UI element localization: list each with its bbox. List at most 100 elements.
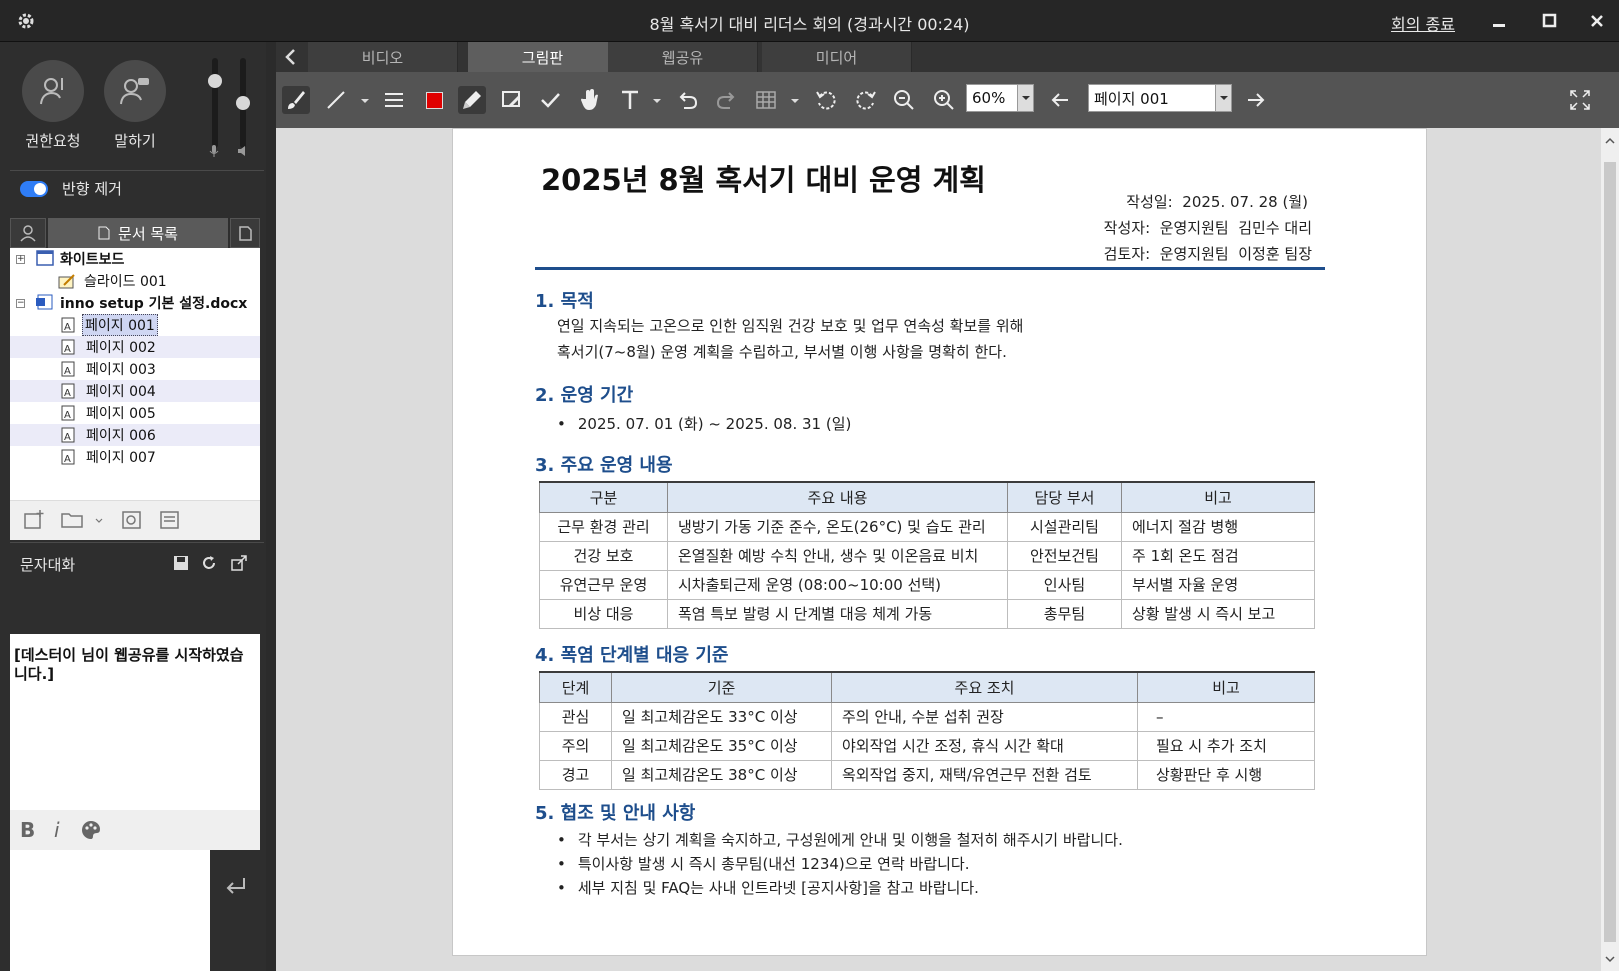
zoom-select[interactable]: 60% [966, 84, 1034, 112]
chevron-down-icon[interactable] [1604, 954, 1616, 964]
mic-volume-knob[interactable] [208, 74, 222, 88]
tab-whiteboard[interactable]: 그림판 [468, 42, 618, 72]
echo-cancel-label: 반향 제거 [62, 180, 122, 198]
table-cell: 일 최고체감온도 33°C 이상 [611, 701, 832, 732]
speak-button[interactable]: 말하기 [102, 60, 168, 151]
popout-icon[interactable] [230, 554, 248, 572]
chevron-left-icon[interactable] [280, 46, 302, 68]
tab-web-share[interactable]: 웹공유 [608, 42, 758, 72]
tab-media[interactable]: 미디어 [762, 42, 912, 72]
tree-node-page-003[interactable]: A 페이지 003 [10, 358, 260, 380]
refresh-icon[interactable] [200, 554, 218, 572]
vertical-scrollbar[interactable] [1601, 128, 1619, 971]
participants-tab[interactable] [10, 218, 46, 248]
speaker-volume-knob[interactable] [236, 96, 250, 110]
document-viewport[interactable]: 2025년 8월 혹서기 대비 운영 계획 작성일: 2025. 07. 28 … [276, 128, 1601, 971]
table-row: 주의 일 최고체감온도 35°C 이상 야외작업 시간 조정, 휴식 시간 확대… [539, 730, 1315, 761]
open-folder-icon[interactable] [60, 509, 88, 531]
fullscreen-button[interactable] [1566, 86, 1594, 114]
chevron-down-icon[interactable] [360, 96, 370, 106]
tree-node-slide[interactable]: 슬라이드 001 [10, 270, 260, 292]
tree-node-label: 페이지 005 [86, 406, 156, 422]
close-icon[interactable] [1583, 8, 1611, 34]
line-width-tool[interactable] [380, 86, 408, 114]
document-properties-icon[interactable] [158, 509, 182, 531]
file-icon [239, 226, 252, 241]
tree-node-page-004[interactable]: A 페이지 004 [10, 380, 260, 402]
rotate-right-button[interactable] [852, 86, 880, 114]
next-page-button[interactable] [1242, 86, 1270, 114]
add-document-icon[interactable] [22, 509, 46, 531]
meta-key: 검토자: [1103, 245, 1151, 263]
mic-volume-slider[interactable] [208, 58, 222, 148]
chevron-down-icon[interactable] [652, 96, 662, 106]
end-meeting-link[interactable]: 회의 종료 [1391, 11, 1455, 35]
zoom-in-button[interactable] [930, 86, 958, 114]
tree-node-docx[interactable]: − inno setup 기본 설정.docx [10, 292, 260, 314]
tree-node-label: 페이지 002 [86, 340, 156, 356]
expand-icon[interactable]: + [16, 255, 25, 264]
minimize-icon[interactable] [1485, 8, 1513, 34]
table-cell: 건강 보호 [539, 540, 668, 571]
tree-node-whiteboard[interactable]: + 화이트보드 [10, 248, 260, 270]
redo-button[interactable] [712, 86, 740, 114]
echo-cancel-toggle[interactable] [20, 180, 48, 197]
color-palette-icon[interactable] [80, 818, 102, 842]
zoom-out-button[interactable] [890, 86, 918, 114]
maximize-icon[interactable] [1535, 8, 1563, 34]
svg-text:A: A [64, 454, 71, 465]
eraser-tool[interactable] [498, 86, 526, 114]
table-tool[interactable] [752, 86, 780, 114]
collapse-icon[interactable]: − [16, 299, 25, 308]
table-cell: 냉방기 가동 기준 준수, 온도(26°C) 및 습도 관리 [667, 511, 1008, 542]
chat-message-input[interactable] [10, 850, 210, 971]
heatwave-table: 단계 기준 주요 조치 비고 관심 일 최고체감온도 33°C 이상 주의 안내… [539, 671, 1315, 790]
document-tree: + 화이트보드 슬라이드 001 − inno setup 기본 설정.docx… [10, 248, 260, 500]
tab-video[interactable]: 비디오 [308, 42, 458, 72]
highlighter-tool[interactable] [458, 86, 486, 114]
chevron-down-icon[interactable] [94, 509, 104, 531]
chevron-down-icon[interactable] [790, 96, 800, 106]
chevron-down-icon[interactable] [1215, 85, 1231, 111]
brush-tool[interactable] [282, 86, 310, 114]
preview-icon[interactable] [120, 509, 144, 531]
speaker-volume-slider[interactable] [236, 58, 250, 148]
save-icon[interactable] [172, 554, 190, 572]
table-header: 구분 [539, 481, 668, 513]
zoom-value: 60% [972, 89, 1006, 107]
tree-node-page-005[interactable]: A 페이지 005 [10, 402, 260, 424]
previous-page-button[interactable] [1046, 86, 1074, 114]
file-tab[interactable] [230, 218, 260, 248]
pan-tool[interactable] [576, 86, 604, 114]
rotate-left-button[interactable] [812, 86, 840, 114]
pen-color-picker[interactable] [420, 86, 448, 114]
page-select[interactable]: 페이지 001 [1088, 84, 1232, 112]
chat-title: 문자대화 [20, 556, 76, 574]
tree-node-page-001[interactable]: A 페이지 001 [10, 314, 260, 336]
document-list-tab[interactable]: 문서 목록 [48, 218, 228, 248]
undo-button[interactable] [674, 86, 702, 114]
table-cell: 관심 [539, 701, 612, 732]
request-permission-button[interactable]: 권한요청 [20, 60, 86, 151]
page-icon: A [61, 383, 75, 399]
tree-node-page-006[interactable]: A 페이지 006 [10, 424, 260, 446]
check-tool[interactable] [536, 86, 564, 114]
tree-node-page-002[interactable]: A 페이지 002 [10, 336, 260, 358]
chevron-down-icon[interactable] [1017, 85, 1033, 111]
tree-node-page-007[interactable]: A 페이지 007 [10, 446, 260, 468]
chat-header: 문자대화 [10, 548, 260, 578]
chevron-up-icon[interactable] [1604, 136, 1616, 146]
meta-key: 작성일: [1126, 193, 1173, 211]
table-cell: – [1137, 701, 1315, 732]
italic-button[interactable]: i [54, 818, 60, 842]
section-2-title: 2. 운영 기간 [535, 385, 634, 406]
line-tool[interactable] [322, 86, 350, 114]
scroll-thumb[interactable] [1604, 162, 1616, 942]
text-tool[interactable] [616, 86, 644, 114]
send-enter-icon[interactable] [220, 872, 252, 900]
table-header: 주요 조치 [831, 671, 1138, 703]
title-bar: 8월 혹서기 대비 리더스 회의 (경과시간 00:24) 회의 종료 [0, 0, 1619, 42]
bold-button[interactable]: B [20, 818, 35, 842]
microphone-icon [209, 145, 219, 157]
meta-value: 운영지원팀 김민수 대리 [1159, 219, 1312, 237]
